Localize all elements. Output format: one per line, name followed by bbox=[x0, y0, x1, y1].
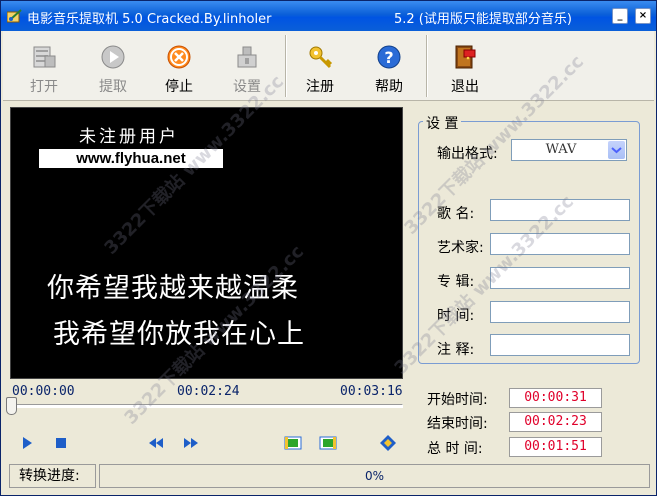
help-icon: ? bbox=[377, 45, 401, 69]
title-bar: 电影音乐提取机 5.0 Cracked.By.linholer 5.2 (试用版… bbox=[1, 1, 656, 31]
toolbar-separator bbox=[285, 35, 287, 97]
register-button[interactable]: 注册 bbox=[292, 39, 348, 95]
settings-icon bbox=[237, 46, 257, 68]
comment-label: 注 释: bbox=[437, 342, 475, 358]
key-icon bbox=[309, 46, 333, 69]
start-time-value: 00:00:31 bbox=[509, 388, 602, 408]
total-time-value: 00:01:51 bbox=[509, 437, 602, 457]
settings-group-title: 设 置 bbox=[423, 113, 462, 133]
stop-button[interactable]: 停止 bbox=[151, 39, 207, 95]
total-time-label: 总 时 间: bbox=[427, 441, 483, 457]
video-preview[interactable]: 未注册用户 www.flyhua.net 你希望我越来越温柔 我希望你放我在心上 bbox=[10, 107, 403, 379]
window-title: 电影音乐提取机 5.0 Cracked.By.linholer bbox=[27, 12, 272, 27]
exit-icon bbox=[455, 45, 476, 69]
open-icon bbox=[33, 46, 56, 68]
stop-icon bbox=[167, 45, 191, 69]
lyric-line-1: 你希望我越来越温柔 bbox=[47, 273, 299, 304]
stop-playback-icon[interactable] bbox=[52, 434, 70, 452]
time-start: 00:00:00 bbox=[12, 384, 75, 399]
help-button[interactable]: ? 帮助 bbox=[361, 39, 417, 95]
album-field[interactable] bbox=[490, 267, 630, 289]
end-time-value: 00:02:23 bbox=[509, 412, 602, 432]
artist-label: 艺术家: bbox=[437, 240, 484, 256]
time-field-label: 时 间: bbox=[437, 308, 475, 324]
time-current: 00:02:24 bbox=[177, 384, 240, 399]
app-icon bbox=[7, 9, 22, 23]
help-label: 帮助 bbox=[375, 79, 403, 95]
time-field[interactable] bbox=[490, 301, 630, 323]
mark-start-icon[interactable] bbox=[284, 434, 302, 452]
progress-label: 转换进度: bbox=[9, 464, 96, 488]
rewind-icon[interactable] bbox=[147, 434, 165, 452]
song-label: 歌 名: bbox=[437, 206, 475, 222]
site-banner: www.flyhua.net bbox=[39, 149, 223, 168]
toolbar-separator bbox=[426, 35, 428, 97]
format-select[interactable]: WAV bbox=[511, 139, 627, 161]
end-time-label: 结束时间: bbox=[427, 416, 488, 432]
chevron-down-icon[interactable] bbox=[608, 141, 625, 159]
close-button[interactable]: × bbox=[635, 8, 651, 24]
app-window: 电影音乐提取机 5.0 Cracked.By.linholer 5.2 (试用版… bbox=[0, 0, 657, 496]
play-icon[interactable] bbox=[18, 434, 36, 452]
settings-button[interactable]: 设置 bbox=[219, 39, 275, 95]
goto-mark-icon[interactable] bbox=[379, 434, 397, 452]
extract-button[interactable]: 提取 bbox=[85, 39, 141, 95]
lyric-line-2: 我希望你放我在心上 bbox=[53, 319, 305, 350]
toolbar: 打开 提取 停止 设置 注册 ? 帮助 退出 bbox=[3, 31, 654, 101]
seek-slider-track[interactable] bbox=[12, 404, 403, 408]
exit-label: 退出 bbox=[451, 79, 479, 95]
settings-label: 设置 bbox=[233, 79, 261, 95]
format-value: WAV bbox=[545, 142, 577, 157]
version-note: 5.2 (试用版只能提取部分音乐) bbox=[394, 12, 572, 27]
artist-field[interactable] bbox=[490, 233, 630, 255]
song-field[interactable] bbox=[490, 199, 630, 221]
mark-end-icon[interactable] bbox=[319, 434, 337, 452]
open-label: 打开 bbox=[30, 79, 58, 95]
seek-slider-thumb[interactable] bbox=[6, 397, 17, 415]
time-end: 00:03:16 bbox=[340, 384, 403, 399]
extract-label: 提取 bbox=[99, 79, 127, 95]
fast-forward-icon[interactable] bbox=[182, 434, 200, 452]
open-button[interactable]: 打开 bbox=[16, 39, 72, 95]
svg-text:?: ? bbox=[384, 48, 393, 67]
register-label: 注册 bbox=[306, 79, 334, 95]
minimize-button[interactable]: _ bbox=[612, 8, 628, 24]
exit-button[interactable]: 退出 bbox=[437, 39, 493, 95]
unregistered-text: 未注册用户 bbox=[79, 127, 179, 147]
progress-bar: 0% bbox=[99, 464, 650, 488]
format-label: 输出格式: bbox=[437, 146, 498, 162]
start-time-label: 开始时间: bbox=[427, 392, 488, 408]
album-label: 专 辑: bbox=[437, 274, 475, 290]
status-bar: 转换进度: 0% bbox=[3, 462, 654, 493]
stop-label: 停止 bbox=[165, 79, 193, 95]
extract-icon bbox=[101, 45, 125, 69]
comment-field[interactable] bbox=[490, 334, 630, 356]
